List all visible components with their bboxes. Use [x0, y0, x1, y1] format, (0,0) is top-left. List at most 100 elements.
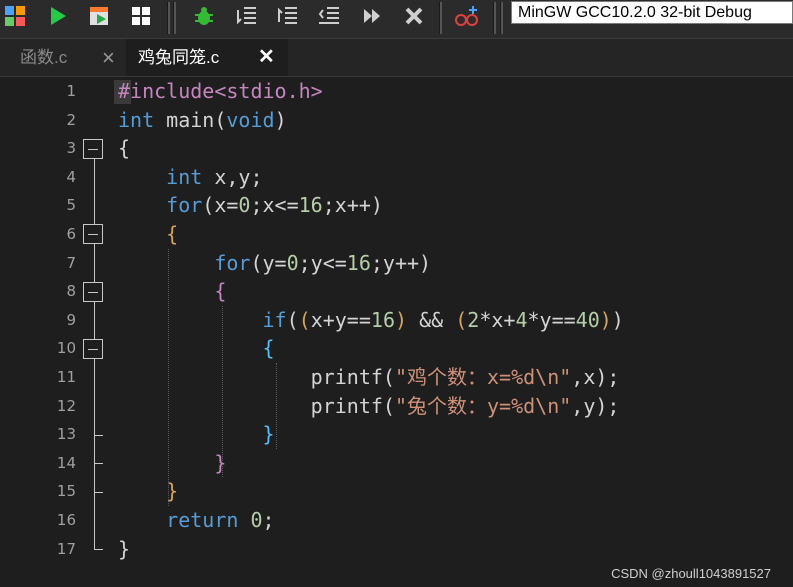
code-text: { [118, 134, 130, 163]
code-token: x,y; [202, 164, 263, 189]
run-icon[interactable] [44, 3, 70, 29]
code-token: ( [382, 393, 395, 418]
glasses-icon[interactable] [454, 3, 480, 29]
indent-icon[interactable] [233, 3, 259, 29]
code-token: ;y++) [370, 250, 432, 275]
indent-guide [168, 248, 169, 506]
code-line[interactable]: 17} [0, 535, 793, 564]
step-icon[interactable] [359, 3, 385, 29]
code-token: ( [298, 307, 311, 332]
tab-bar: 函数.c × 鸡兔同笼.c ✕ [0, 39, 793, 77]
code-token: 0 [250, 508, 263, 532]
compile-run-icon[interactable] [86, 3, 112, 29]
grid-icon[interactable] [2, 3, 28, 29]
code-token: 0 [286, 250, 299, 275]
code-token: 16 [298, 193, 323, 218]
tab-functions-c[interactable]: 函数.c × [0, 39, 126, 76]
code-token: *x+ [479, 307, 516, 332]
code-line[interactable]: 8 { [0, 277, 793, 306]
code-token: "兔个数：y=%d\n" [394, 393, 572, 418]
toolbar-separator [439, 2, 442, 34]
toolbar-separator [167, 2, 170, 34]
code-token: ) [599, 307, 612, 332]
code-text: for(x=0;x<=16;x++) [118, 191, 383, 220]
line-number: 3 [66, 139, 76, 158]
indent-guide [222, 305, 223, 478]
toolbar-separator [173, 2, 176, 34]
code-line[interactable]: 15 } [0, 477, 793, 506]
close-icon[interactable]: ✕ [258, 39, 275, 76]
line-number: 6 [66, 225, 76, 243]
line-number: 5 [66, 196, 76, 215]
format-icon[interactable] [316, 3, 342, 29]
code-token: ,y); [571, 393, 620, 418]
code-token: 16 [346, 250, 371, 275]
code-text: { [118, 277, 226, 306]
code-line[interactable]: 6 { [0, 220, 793, 249]
line-number: 4 [66, 167, 76, 186]
code-token: ( [214, 107, 227, 132]
code-text: int x,y; [118, 163, 263, 192]
code-token: int [166, 164, 203, 189]
unindent-icon[interactable] [274, 3, 300, 29]
code-token: *y== [527, 307, 576, 332]
tab-chicken-rabbit-c[interactable]: 鸡兔同笼.c ✕ [126, 39, 288, 76]
code-token: (y= [250, 250, 287, 275]
code-line[interactable]: 11 printf("鸡个数：x=%d\n",x); [0, 363, 793, 392]
compiler-select[interactable]: MinGW GCC10.2.0 32-bit Debug [511, 1, 793, 24]
code-line[interactable]: 2 int main(void) [0, 106, 793, 135]
code-token: int [118, 107, 155, 132]
code-text: #include<stdio.h> [118, 77, 323, 106]
fold-end-mark [94, 463, 103, 465]
code-line[interactable]: 4 int x,y; [0, 163, 793, 192]
line-number: 7 [66, 253, 76, 272]
code-token: && [407, 307, 456, 332]
fold-toggle-icon[interactable] [83, 338, 103, 359]
code-text: } [118, 477, 178, 506]
line-number: 14 [56, 453, 76, 472]
code-token: } [118, 536, 131, 561]
code-line[interactable]: 3{ [0, 134, 793, 163]
code-line[interactable]: 5 for(x=0;x<=16;x++) [0, 191, 793, 220]
tab-label: 鸡兔同笼.c [138, 48, 220, 67]
line-number: 11 [56, 368, 76, 386]
fold-toggle-icon[interactable] [83, 138, 103, 159]
fold-toggle-icon[interactable] [83, 281, 103, 302]
grid-small-icon[interactable] [128, 3, 154, 29]
code-text: } [118, 449, 226, 478]
line-number: 16 [56, 511, 76, 529]
code-text: printf("鸡个数：x=%d\n",x); [118, 363, 620, 392]
code-line[interactable]: 14 } [0, 449, 793, 478]
code-token: ) [395, 307, 408, 332]
line-number: 1 [66, 82, 76, 100]
toolbar: MinGW GCC10.2.0 32-bit Debug [0, 0, 793, 39]
code-line[interactable]: 12 printf("兔个数：y=%d\n",y); [0, 392, 793, 421]
code-token: ;y<= [298, 250, 347, 275]
code-token: main [154, 107, 215, 132]
code-token: 4 [515, 307, 528, 332]
code-line[interactable]: 9 if((x+y==16) && (2*x+4*y==40)) [0, 306, 793, 335]
code-line[interactable]: 10 { [0, 334, 793, 363]
code-line[interactable]: 16 return 0; [0, 506, 793, 535]
code-line[interactable]: 1 #include<stdio.h> [0, 77, 793, 106]
code-editor[interactable]: 1 #include<stdio.h> 2 int main(void) 3{4 int… [0, 77, 793, 587]
code-line[interactable]: 13 } [0, 420, 793, 449]
debug-icon[interactable] [191, 3, 217, 29]
toolbar-separator [493, 2, 496, 34]
line-number: 10 [56, 339, 76, 358]
code-token: } [214, 450, 227, 475]
code-token: return [166, 508, 239, 532]
code-text: { [118, 220, 178, 249]
code-line[interactable]: 7 for(y=0;y<=16;y++) [0, 249, 793, 278]
fold-toggle-icon[interactable] [83, 224, 103, 245]
stop-icon[interactable] [401, 3, 427, 29]
close-icon[interactable]: × [102, 39, 115, 76]
